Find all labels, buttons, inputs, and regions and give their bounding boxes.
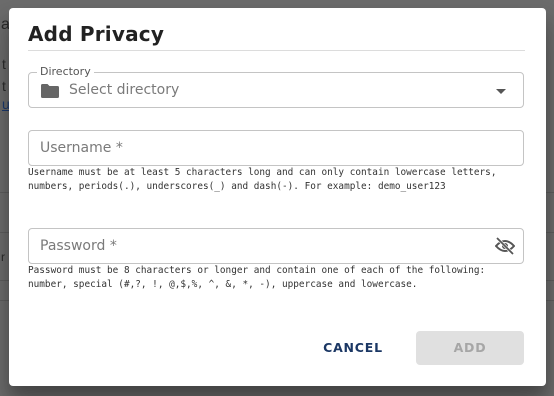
username-placeholder: Username * <box>40 140 123 156</box>
add-privacy-dialog: Add Privacy Directory Select directory U… <box>9 8 546 386</box>
background-text: r <box>1 250 5 264</box>
username-field[interactable]: Username * <box>28 130 524 166</box>
cancel-button[interactable]: CANCEL <box>315 335 391 361</box>
background-text: t <box>2 56 6 72</box>
title-divider <box>28 50 525 51</box>
folder-icon <box>41 84 59 98</box>
add-button[interactable]: ADD <box>416 331 524 365</box>
directory-placeholder: Select directory <box>69 82 180 98</box>
directory-label: Directory <box>37 65 94 78</box>
eye-off-icon[interactable] <box>495 237 515 255</box>
password-placeholder: Password * <box>40 238 117 254</box>
dialog-title: Add Privacy <box>28 22 165 46</box>
background-text: t <box>2 78 6 94</box>
directory-select[interactable]: Directory Select directory <box>28 65 524 108</box>
password-helper-text: Password must be 8 characters or longer … <box>28 265 486 290</box>
password-field[interactable]: Password * <box>28 228 524 264</box>
username-helper-text: Username must be at least 5 characters l… <box>28 167 497 192</box>
chevron-down-icon[interactable] <box>496 89 506 94</box>
